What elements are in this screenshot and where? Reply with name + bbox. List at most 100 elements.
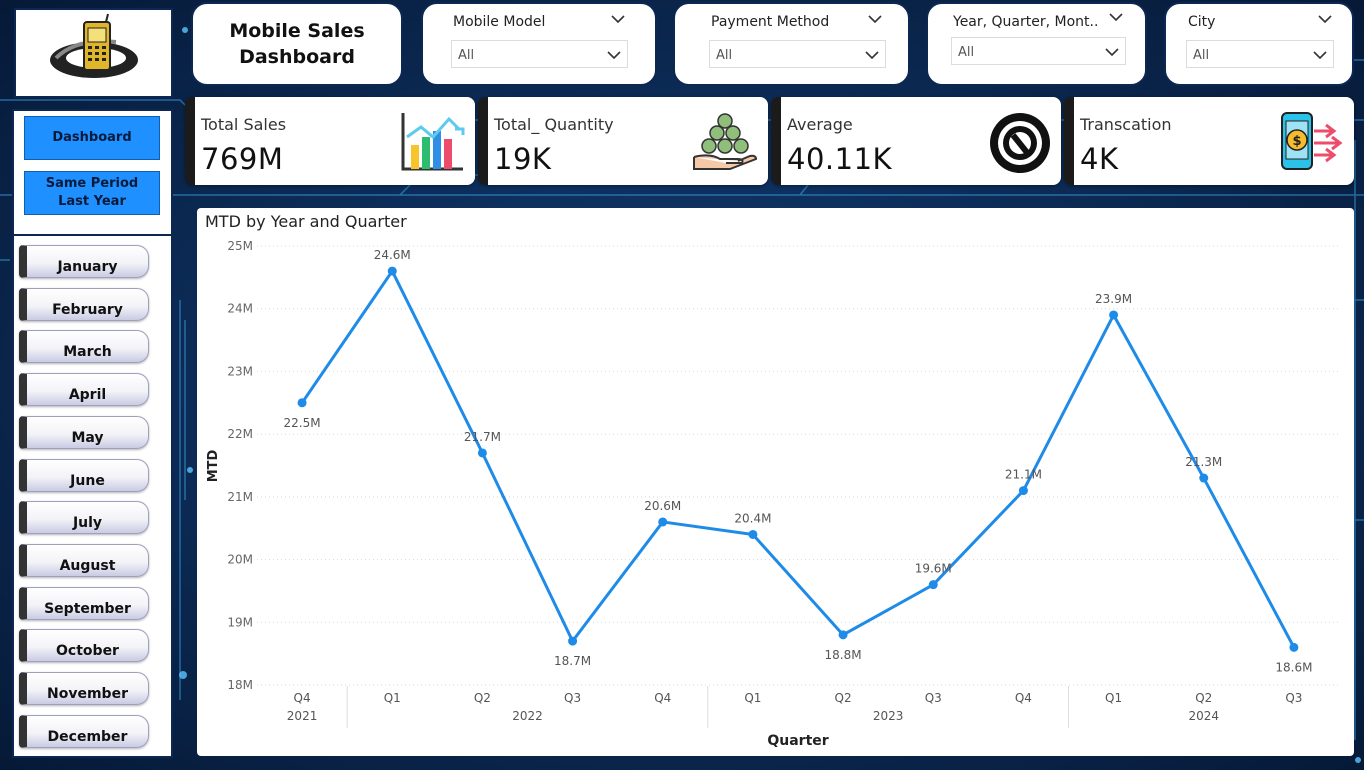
- data-point: [568, 636, 578, 646]
- x-year-label: 2024: [1188, 709, 1219, 723]
- chevron-down-icon[interactable]: [611, 14, 625, 24]
- x-tick-label: Q1: [1105, 691, 1122, 705]
- month-label: October: [56, 643, 119, 660]
- chevron-down-icon: [1105, 48, 1119, 57]
- month-label: June: [70, 472, 105, 489]
- dashboard-button[interactable]: Dashboard: [24, 116, 160, 160]
- month-label: April: [68, 387, 107, 404]
- month-button-july[interactable]: July: [19, 501, 149, 535]
- data-label: 18.6M: [1275, 660, 1312, 674]
- y-tick-label: 19M: [227, 615, 253, 629]
- month-button-october[interactable]: October: [19, 629, 149, 663]
- x-tick-label: Q1: [384, 691, 401, 705]
- money-bags-icon: [693, 113, 758, 170]
- chevron-down-icon: [1313, 51, 1327, 60]
- data-label: 19.6M: [915, 562, 952, 576]
- y-tick-label: 25M: [227, 239, 253, 253]
- chevron-down-icon: [607, 51, 621, 60]
- month-label: December: [47, 728, 128, 745]
- x-tick-label: Q3: [925, 691, 942, 705]
- dropdown-value: All: [958, 45, 975, 60]
- slicer-title: Mobile Model: [453, 14, 546, 30]
- x-year-label: 2023: [873, 709, 904, 723]
- mobile-payment-icon: $: [1281, 112, 1343, 170]
- kpi-label: Total_ Quantity: [494, 115, 614, 134]
- same-period-last-year-button[interactable]: Same Period Last Year: [24, 171, 160, 215]
- month-label: August: [59, 557, 116, 574]
- year-quarter-month-dropdown[interactable]: All: [951, 37, 1126, 65]
- month-button-december[interactable]: December: [19, 714, 149, 748]
- y-tick-label: 22M: [227, 427, 253, 441]
- y-tick-label: 23M: [227, 364, 253, 378]
- x-tick-label: Q2: [474, 691, 491, 705]
- chart-canvas: 18M 19M 20M 21M 22M 23M 24M 25M MTD Q4 Q1 Q2 Q3 Q4 Q1 Q…: [206, 239, 1339, 749]
- data-label: 20.6M: [644, 499, 681, 513]
- data-point: [1109, 310, 1119, 320]
- page-title: Mobile Sales Dashboard: [229, 20, 365, 68]
- x-tick-label: Q3: [1285, 691, 1302, 705]
- city-dropdown[interactable]: All: [1186, 40, 1334, 68]
- x-tick-label: Q4: [654, 691, 671, 705]
- month-label: May: [71, 429, 104, 446]
- slicer-year-quarter-month: Year, Quarter, Mont... All: [926, 2, 1147, 86]
- dropdown-value: All: [1193, 48, 1210, 63]
- data-point: [1289, 642, 1299, 652]
- data-label: 23.9M: [1095, 292, 1132, 306]
- bar-chart-icon: [401, 113, 465, 171]
- month-button-january[interactable]: January: [19, 245, 149, 278]
- data-point: [297, 398, 307, 408]
- month-button-may[interactable]: May: [19, 415, 149, 449]
- data-label: 21.1M: [1005, 468, 1042, 482]
- month-label: November: [47, 686, 128, 702]
- data-point: [387, 266, 397, 276]
- month-label: July: [72, 515, 103, 532]
- month-button-march[interactable]: March: [19, 330, 149, 364]
- navigation-panel: Dashboard Same Period Last Year: [12, 109, 173, 249]
- chevron-down-icon[interactable]: [1318, 14, 1332, 24]
- x-tick-label: Q2: [835, 691, 852, 705]
- kpi-average: Average 40.11K: [771, 97, 1061, 185]
- svg-text:$: $: [1292, 134, 1301, 149]
- month-button-november[interactable]: November: [19, 672, 149, 705]
- kpi-value: 769M: [201, 142, 284, 176]
- kpi-label: Transcation: [1080, 115, 1172, 134]
- kpi-label: Average: [787, 115, 853, 134]
- month-button-february[interactable]: February: [19, 287, 149, 321]
- x-tick-label: Q4: [1015, 691, 1032, 705]
- month-button-september[interactable]: September: [19, 586, 149, 620]
- data-point: [1018, 486, 1028, 496]
- dropdown-value: All: [458, 48, 475, 63]
- month-button-august[interactable]: August: [19, 543, 149, 577]
- x-tick-label: Q2: [1195, 691, 1212, 705]
- chevron-down-icon[interactable]: [1109, 12, 1123, 22]
- payment-method-dropdown[interactable]: All: [709, 40, 886, 68]
- gauge-icon: [990, 113, 1050, 173]
- y-tick-label: 21M: [227, 490, 253, 504]
- kpi-value: 40.11K: [787, 142, 893, 176]
- data-point: [477, 448, 487, 458]
- y-tick-label: 20M: [227, 553, 253, 567]
- chevron-down-icon: [865, 51, 879, 60]
- data-point: [838, 630, 848, 640]
- month-button-april[interactable]: April: [19, 373, 149, 407]
- data-label: 22.5M: [284, 416, 321, 430]
- mobile-model-dropdown[interactable]: All: [451, 40, 628, 68]
- data-label: 21.7M: [464, 430, 501, 444]
- data-label: 21.3M: [1185, 455, 1222, 469]
- chevron-down-icon[interactable]: [868, 14, 882, 24]
- kpi-label: Total Sales: [201, 115, 287, 134]
- x-year-label: 2021: [287, 709, 318, 723]
- month-label: March: [63, 344, 112, 361]
- x-tick-label: Q4: [294, 691, 311, 705]
- dashboard-title-panel: Mobile Sales Dashboard: [191, 2, 403, 86]
- x-axis-label: Quarter: [767, 733, 828, 749]
- month-label: September: [44, 600, 131, 617]
- slicer-title: Year, Quarter, Mont...: [953, 14, 1098, 30]
- data-point: [748, 529, 758, 539]
- slicer-payment-method: Payment Method All: [673, 2, 910, 86]
- slicer-title: Payment Method: [711, 14, 830, 30]
- data-label: 20.4M: [734, 511, 771, 525]
- month-button-june[interactable]: June: [19, 458, 149, 492]
- slicer-city: City All: [1164, 2, 1354, 86]
- slicer-mobile-model: Mobile Model All: [421, 2, 657, 86]
